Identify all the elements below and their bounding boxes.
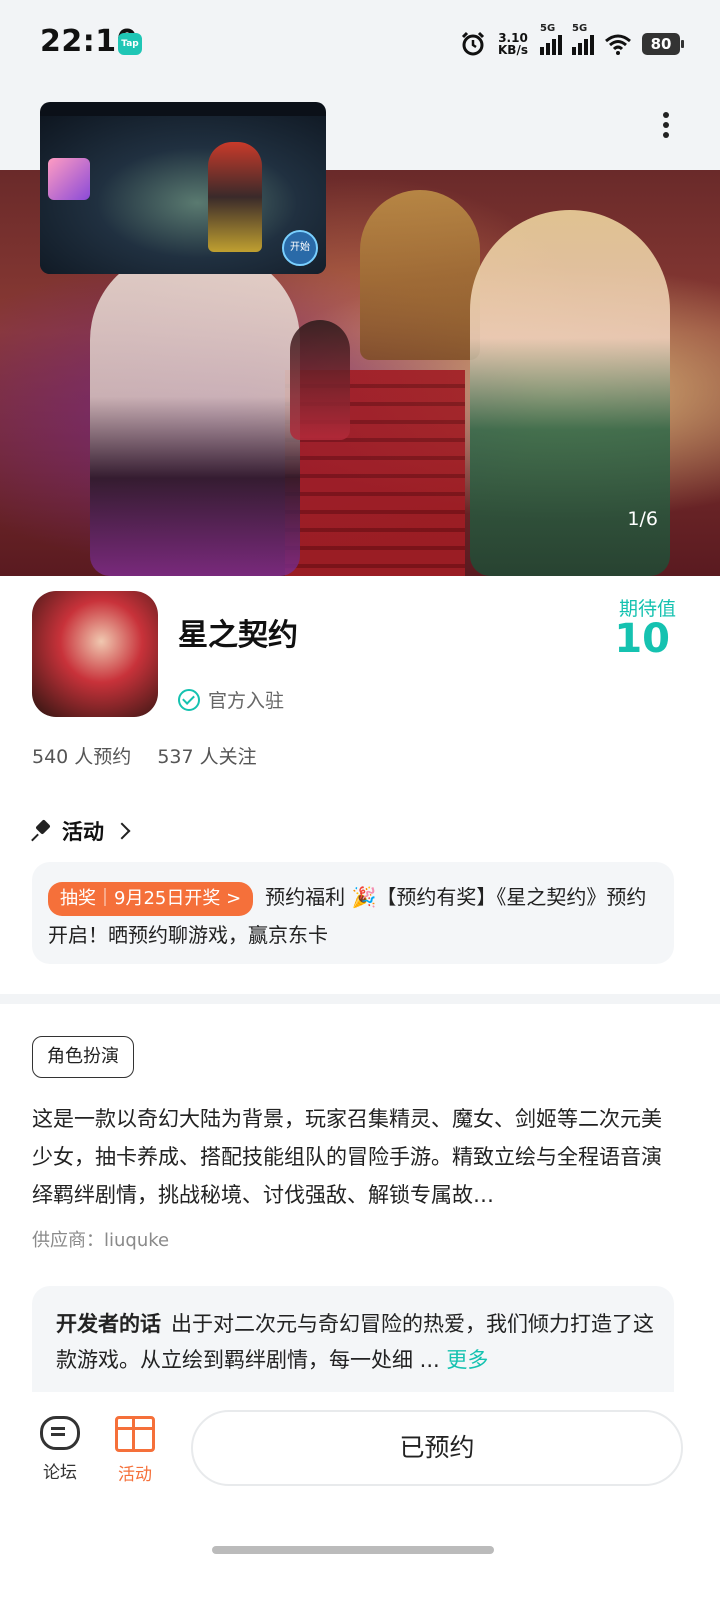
- follower-count: 537 人关注: [157, 746, 257, 768]
- signal-icon-2: 5G: [572, 23, 594, 55]
- battery-icon: 80: [642, 33, 684, 55]
- tap-app-icon: Tap: [118, 33, 142, 55]
- video-preview-pip[interactable]: 开始: [40, 102, 326, 274]
- expectation-value: 10: [614, 616, 670, 662]
- status-icons: 3.10 KB/s 5G 5G 80: [460, 23, 684, 62]
- pip-avatar: [48, 158, 90, 200]
- genre-tag[interactable]: 角色扮演: [32, 1036, 134, 1078]
- game-description[interactable]: 这是一款以奇幻大陆为背景，玩家召集精灵、魔女、剑姬等二次元美少女，抽卡养成、搭配…: [32, 1100, 672, 1214]
- forum-icon: [40, 1416, 80, 1450]
- net-speed: 3.10 KB/s: [496, 32, 530, 56]
- verified-check-icon: [178, 688, 200, 711]
- sim2-label: 5G: [572, 23, 588, 34]
- wifi-icon: [605, 34, 631, 55]
- more-vertical-icon[interactable]: [660, 108, 672, 148]
- alarm-icon: [461, 31, 485, 56]
- reservation-count: 540 人预约: [32, 746, 132, 768]
- game-title: 星之契约: [178, 618, 298, 653]
- banner-artwork-character-left: [90, 250, 300, 576]
- gift-icon: [115, 1416, 155, 1452]
- pip-hero-character: [208, 142, 262, 252]
- official-badge: 官方入驻: [178, 686, 284, 713]
- developer-note-card[interactable]: 开发者的话 出于对二次元与奇幻冒险的热爱，我们倾力打造了这款游戏。从立绘到羁绊剧情…: [32, 1286, 674, 1392]
- net-speed-unit: KB/s: [498, 43, 528, 57]
- more-link[interactable]: 更多: [446, 1348, 488, 1372]
- pin-icon: [32, 821, 52, 841]
- status-bar: 22:10 Tap 3.10 KB/s 5G 5G 80: [0, 0, 720, 88]
- lottery-tag[interactable]: 抽奖｜9月25日开奖 >: [48, 881, 254, 916]
- verified-label: 官方入驻: [208, 690, 285, 712]
- activity-nav-button[interactable]: 活动: [105, 1412, 165, 1485]
- activity-title: 活动: [62, 820, 104, 844]
- game-stats: 540 人预约 537 人关注: [32, 742, 257, 769]
- activity-card[interactable]: 抽奖｜9月25日开奖 > 预约福利 🎉【预约有奖】《星之契约》预约开启！晒预约聊游…: [32, 862, 674, 964]
- home-indicator[interactable]: [212, 1546, 494, 1554]
- sim1-label: 5G: [540, 23, 556, 34]
- activity-label: 活动: [118, 1465, 152, 1485]
- pip-start-button[interactable]: 开始: [282, 230, 318, 266]
- bottom-action-bar: 论坛 活动 已预约: [0, 1392, 720, 1600]
- reserved-button[interactable]: 已预约: [191, 1410, 683, 1486]
- banner-artwork-throne: [360, 190, 480, 360]
- carousel-page-indicator: 1/6: [627, 508, 658, 530]
- section-divider: [0, 994, 720, 1004]
- forum-label: 论坛: [43, 1463, 77, 1483]
- banner-artwork-character-mid: [290, 320, 350, 440]
- developer-note-title: 开发者的话: [56, 1312, 161, 1336]
- activity-section-header[interactable]: 活动: [32, 816, 131, 846]
- game-icon: [32, 591, 158, 717]
- chevron-right-icon: [113, 822, 131, 840]
- forum-nav-button[interactable]: 论坛: [30, 1412, 90, 1483]
- signal-icon: 5G: [540, 23, 562, 55]
- supplier-info: 供应商：liuquke: [32, 1230, 170, 1251]
